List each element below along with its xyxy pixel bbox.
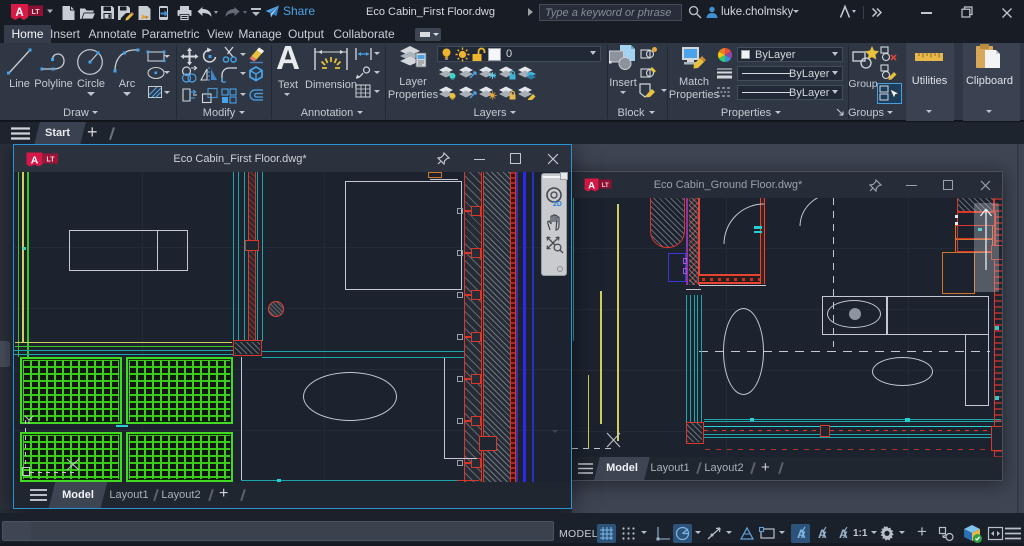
svg-text:LT: LT <box>602 183 609 189</box>
svg-text:A: A <box>31 155 39 167</box>
svg-text:A: A <box>839 527 848 541</box>
svg-text:LT: LT <box>46 156 55 163</box>
svg-text:A: A <box>818 527 827 541</box>
svg-text:A: A <box>797 527 806 541</box>
svg-text:A: A <box>588 181 595 192</box>
